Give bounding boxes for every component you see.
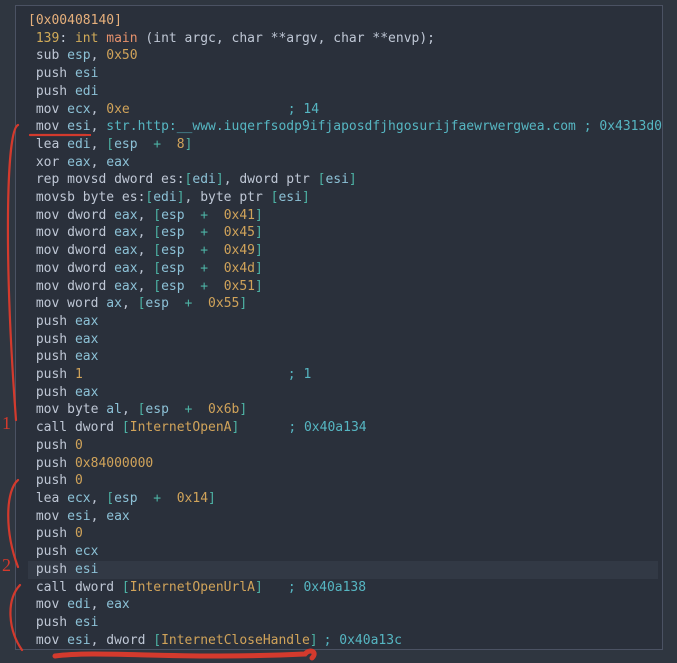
disasm-line: mov dword eax, [esp + 0x4d] bbox=[28, 260, 658, 278]
disasm-line: push edi bbox=[28, 83, 658, 101]
disasm-line: call dword [InternetOpenA]; 0x40a134 bbox=[28, 419, 658, 437]
disasm-line: push eax bbox=[28, 348, 658, 366]
annot-label-1: 1 bbox=[2, 413, 11, 433]
disasm-line: push eax bbox=[28, 331, 658, 349]
disasm-line: call dword [InternetOpenUrlA]; 0x40a138 bbox=[28, 579, 658, 597]
disasm-line: push ecx bbox=[28, 543, 658, 561]
disasm-line: sub esp, 0x50 bbox=[28, 47, 658, 65]
disasm-line: push eax bbox=[28, 313, 658, 331]
disasm-line: mov esi, str.http:__www.iuqerfsodp9ifjap… bbox=[28, 118, 658, 136]
disasm-line: mov esi, dword [InternetCloseHandle]; 0x… bbox=[28, 632, 658, 650]
disasm-line: push esi bbox=[28, 614, 658, 632]
disasm-line: lea edi, [esp + 8] bbox=[28, 136, 658, 154]
disassembly-panel: [0x00408140] 139: int main (int argc, ch… bbox=[15, 5, 663, 650]
block-address: [0x00408140] bbox=[28, 12, 658, 30]
disasm-line: mov dword eax, [esp + 0x41] bbox=[28, 207, 658, 225]
disasm-line: mov dword eax, [esp + 0x49] bbox=[28, 242, 658, 260]
annot-label-2: 2 bbox=[2, 555, 11, 575]
disasm-line: push eax bbox=[28, 384, 658, 402]
disasm-line: mov word ax, [esp + 0x55] bbox=[28, 295, 658, 313]
disasm-line: lea ecx, [esp + 0x14] bbox=[28, 490, 658, 508]
disasm-line: push 0 bbox=[28, 525, 658, 543]
disasm-line: mov ecx, 0xe; 14 bbox=[28, 101, 658, 119]
disasm-line: movsb byte es:[edi], byte ptr [esi] bbox=[28, 189, 658, 207]
disasm-line: rep movsd dword es:[edi], dword ptr [esi… bbox=[28, 171, 658, 189]
disasm-line: xor eax, eax bbox=[28, 154, 658, 172]
disasm-line: push 0 bbox=[28, 437, 658, 455]
disasm-line: mov esi, eax bbox=[28, 508, 658, 526]
disasm-line: test edi, edi bbox=[28, 649, 658, 650]
disasm-line: mov dword eax, [esp + 0x45] bbox=[28, 224, 658, 242]
disasm-line: mov dword eax, [esp + 0x51] bbox=[28, 278, 658, 296]
disasm-line: mov byte al, [esp + 0x6b] bbox=[28, 401, 658, 419]
disasm-line: push esi bbox=[28, 561, 658, 579]
function-signature: 139: int main (int argc, char **argv, ch… bbox=[28, 30, 658, 48]
disasm-line: push 1; 1 bbox=[28, 366, 658, 384]
disasm-line: push 0 bbox=[28, 472, 658, 490]
disassembly-body: sub esp, 0x50 push esi push edi mov ecx,… bbox=[28, 47, 658, 650]
disasm-line: push 0x84000000 bbox=[28, 455, 658, 473]
disasm-line: mov edi, eax bbox=[28, 596, 658, 614]
disasm-line: push esi bbox=[28, 65, 658, 83]
